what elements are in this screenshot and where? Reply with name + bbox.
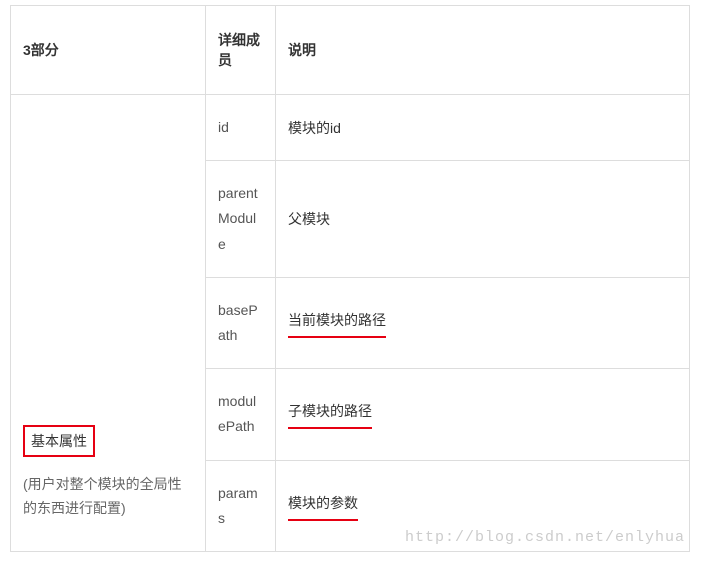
- header-desc: 说明: [276, 6, 690, 95]
- desc-cell: 模块的参数: [276, 460, 690, 551]
- table-row: 基本属性 (用户对整个模块的全局性的东西进行配置) id 模块的id: [11, 95, 690, 161]
- member-cell: basePath: [206, 277, 276, 368]
- desc-text: 子模块的路径: [288, 401, 372, 427]
- member-cell: modulePath: [206, 369, 276, 460]
- table-header-row: 3部分 详细成员 说明: [11, 6, 690, 95]
- header-part: 3部分: [11, 6, 206, 95]
- member-cell: id: [206, 95, 276, 161]
- desc-cell: 模块的id: [276, 95, 690, 161]
- desc-text: 父模块: [288, 211, 330, 227]
- group-subtitle: (用户对整个模块的全局性的东西进行配置): [23, 473, 193, 521]
- member-cell: parentModule: [206, 161, 276, 278]
- desc-cell: 子模块的路径: [276, 369, 690, 460]
- properties-table: 3部分 详细成员 说明 基本属性 (用户对整个模块的全局性的东西进行配置) id…: [10, 5, 690, 552]
- desc-text: 模块的参数: [288, 493, 358, 519]
- header-member: 详细成员: [206, 6, 276, 95]
- desc-cell: 当前模块的路径: [276, 277, 690, 368]
- desc-cell: 父模块: [276, 161, 690, 278]
- group-title: 基本属性: [23, 425, 95, 457]
- group-cell: 基本属性 (用户对整个模块的全局性的东西进行配置): [11, 95, 206, 552]
- desc-text: 当前模块的路径: [288, 310, 386, 336]
- desc-text: 模块的id: [288, 120, 341, 136]
- member-cell: params: [206, 460, 276, 551]
